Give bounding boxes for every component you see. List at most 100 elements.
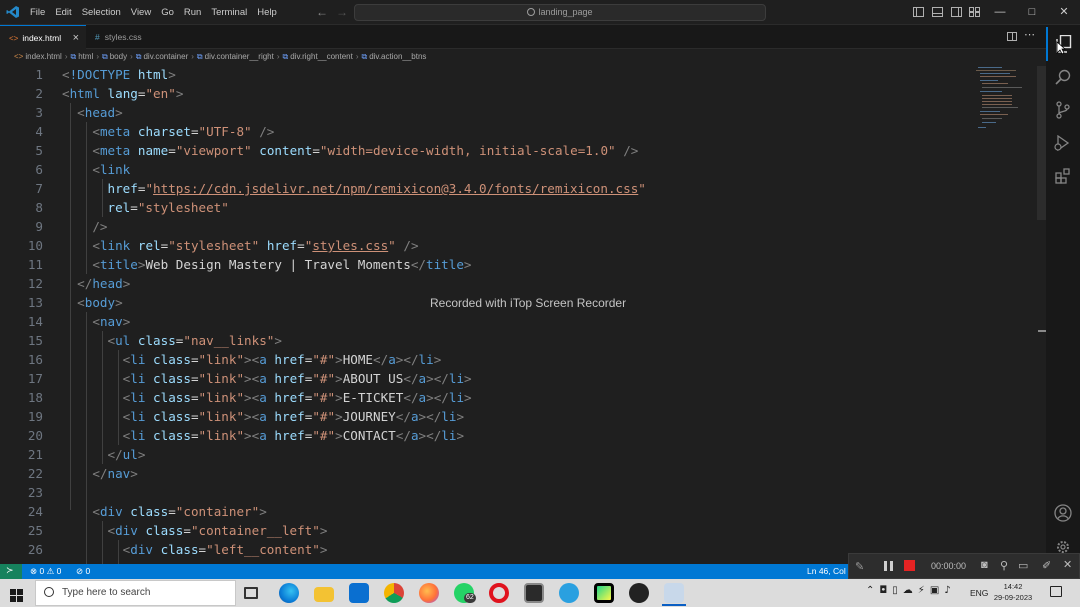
pycharm-icon[interactable] bbox=[594, 583, 614, 603]
menu-file[interactable]: File bbox=[25, 0, 50, 25]
code-line: href="https://cdn.jsdelivr.net/npm/remix… bbox=[107, 181, 646, 196]
menu-run[interactable]: Run bbox=[179, 0, 206, 25]
split-editor-icon[interactable] bbox=[1007, 32, 1017, 41]
taskbar-clock[interactable]: 14:42 29-09-2023 bbox=[990, 581, 1036, 603]
edit-icon[interactable]: ✐ bbox=[1042, 559, 1051, 572]
warning-icon: ⚠ bbox=[46, 566, 55, 576]
media-player-icon[interactable] bbox=[629, 583, 649, 603]
element-icon: ⧉ bbox=[135, 52, 142, 61]
code-line: rel="stylesheet" bbox=[107, 200, 229, 215]
minimap[interactable] bbox=[972, 65, 1034, 135]
task-view-icon[interactable] bbox=[244, 587, 258, 599]
camera-icon[interactable]: ◙ bbox=[981, 559, 988, 571]
remote-indicator[interactable]: ≻ bbox=[0, 564, 22, 579]
minimize-icon[interactable]: — bbox=[984, 0, 1016, 25]
search-placeholder: Type here to search bbox=[62, 587, 151, 598]
recording-timer: 00:00:00 bbox=[931, 561, 967, 571]
breadcrumb-item[interactable]: ⧉ div.action__btns bbox=[361, 52, 426, 61]
file-explorer-icon[interactable] bbox=[314, 587, 334, 602]
taskbar-search-input[interactable]: Type here to search bbox=[35, 580, 236, 606]
code-line: <title>Web Design Mastery | Travel Momen… bbox=[92, 257, 472, 272]
more-actions-icon[interactable]: ⋯ bbox=[1024, 28, 1035, 41]
tab-index-html[interactable]: <> index.html × bbox=[0, 25, 86, 49]
menu-go[interactable]: Go bbox=[156, 0, 179, 25]
menu-view[interactable]: View bbox=[126, 0, 156, 25]
firefox-icon[interactable] bbox=[419, 583, 439, 603]
notifications-icon[interactable] bbox=[1050, 586, 1062, 597]
ports-indicator[interactable]: ⊘ 0 bbox=[76, 564, 90, 579]
stop-icon[interactable] bbox=[904, 560, 915, 571]
command-center-search[interactable]: landing_page bbox=[354, 4, 766, 21]
opera-icon[interactable] bbox=[489, 583, 509, 603]
scrollbar-thumb[interactable] bbox=[1037, 66, 1046, 220]
code-editor[interactable]: 1 <!DOCTYPE html> 2 <html lang="en"> 3 <he… bbox=[0, 65, 1046, 564]
customize-layout-icon[interactable] bbox=[969, 7, 980, 17]
close-icon[interactable]: ✕ bbox=[1063, 558, 1072, 571]
errors-warnings[interactable]: ⊗ 0 ⚠ 0 bbox=[30, 564, 61, 579]
breadcrumb-item[interactable]: ⧉ div.right__content bbox=[283, 52, 353, 61]
code-line: <li class="link"><a href="#">CONTACT</a>… bbox=[122, 428, 465, 443]
menu-help[interactable]: Help bbox=[252, 0, 282, 25]
line-number: 7 bbox=[35, 181, 43, 196]
line-number: 2 bbox=[35, 86, 43, 101]
menu-edit[interactable]: Edit bbox=[50, 0, 76, 25]
system-tray-icons[interactable]: ⌃◘▯☁⚡▣♪ bbox=[866, 585, 956, 596]
toggle-secondary-sidebar-icon[interactable] bbox=[951, 7, 962, 17]
breadcrumb-item[interactable]: ⧉ html bbox=[70, 52, 93, 61]
forward-arrow-icon[interactable]: → bbox=[336, 0, 348, 25]
line-number: 1 bbox=[35, 67, 43, 82]
pen-icon[interactable]: ✎ bbox=[855, 560, 864, 573]
editor-tab-bar: <> index.html × # styles.css ⋯ bbox=[0, 25, 1046, 49]
pause-icon[interactable] bbox=[884, 561, 893, 571]
overview-ruler-marker bbox=[1038, 330, 1046, 332]
menu-selection[interactable]: Selection bbox=[77, 0, 126, 25]
line-number: 25 bbox=[27, 523, 43, 538]
breadcrumb-item[interactable]: ⧉ div.container__right bbox=[197, 52, 274, 61]
paint-icon[interactable] bbox=[559, 583, 579, 603]
tab-label: styles.css bbox=[104, 32, 142, 42]
title-bar: File Edit Selection View Go Run Terminal Help ←… bbox=[0, 0, 1080, 25]
screen-recorder-icon[interactable] bbox=[524, 583, 544, 603]
maximize-icon[interactable]: □ bbox=[1016, 0, 1048, 25]
command-center-text: landing_page bbox=[538, 7, 593, 17]
chat-icon[interactable]: ▭ bbox=[1018, 559, 1028, 572]
close-icon[interactable]: ✕ bbox=[1048, 0, 1080, 25]
toggle-panel-icon[interactable] bbox=[932, 7, 943, 17]
toggle-primary-sidebar-icon[interactable] bbox=[913, 7, 924, 17]
extensions-icon[interactable] bbox=[1046, 159, 1080, 193]
code-line: <div class="container__left"> bbox=[107, 523, 328, 538]
windows-start-icon[interactable] bbox=[10, 587, 23, 602]
breadcrumb-item[interactable]: <> index.html bbox=[14, 52, 62, 61]
code-line: /> bbox=[92, 219, 108, 234]
menu-terminal[interactable]: Terminal bbox=[206, 0, 252, 25]
mail-icon[interactable] bbox=[349, 583, 369, 603]
code-line: <meta charset="UTF-8" /> bbox=[92, 124, 275, 139]
breadcrumb-item[interactable]: ⧉ body bbox=[102, 52, 127, 61]
line-number: 15 bbox=[27, 333, 43, 348]
activity-bar bbox=[1046, 25, 1080, 564]
code-line: <nav> bbox=[92, 314, 131, 329]
tab-styles-css[interactable]: # styles.css bbox=[86, 25, 170, 49]
edge-icon[interactable] bbox=[279, 583, 299, 603]
source-control-icon[interactable] bbox=[1046, 93, 1080, 127]
error-icon: ⊗ bbox=[30, 566, 38, 576]
breadcrumb-item[interactable]: ⧉ div.container bbox=[136, 52, 188, 61]
tab-close-icon[interactable]: × bbox=[73, 26, 79, 50]
zoom-icon[interactable]: ⚲ bbox=[1000, 559, 1008, 572]
line-number: 23 bbox=[27, 485, 43, 500]
language-indicator[interactable]: ENG bbox=[970, 588, 988, 598]
recorder-watermark: Recorded with iTop Screen Recorder bbox=[430, 296, 627, 310]
accounts-icon[interactable] bbox=[1046, 496, 1080, 530]
element-icon: ⧉ bbox=[102, 52, 108, 61]
back-arrow-icon[interactable]: ← bbox=[316, 0, 328, 25]
code-line: <div class="container"> bbox=[92, 504, 267, 519]
run-debug-icon[interactable] bbox=[1046, 126, 1080, 160]
notification-badge: 62 bbox=[464, 593, 476, 603]
chrome-icon[interactable] bbox=[384, 583, 404, 603]
search-icon[interactable] bbox=[1046, 60, 1080, 94]
code-line: <li class="link"><a href="#">HOME</a></l… bbox=[122, 352, 442, 367]
code-line: <meta name="viewport" content="width=dev… bbox=[92, 143, 639, 158]
cursor-position[interactable]: Ln 46, Col bbox=[807, 564, 846, 579]
line-number: 20 bbox=[27, 428, 43, 443]
vscode-taskbar-icon[interactable] bbox=[664, 583, 684, 603]
